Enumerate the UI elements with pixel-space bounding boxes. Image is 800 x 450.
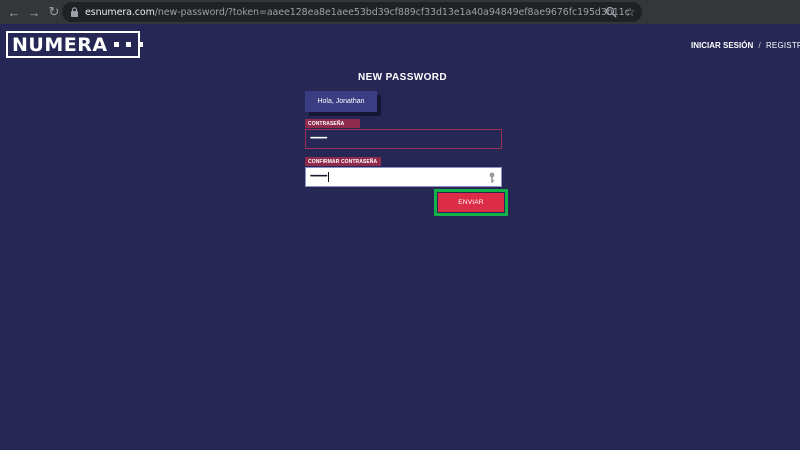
forward-icon[interactable]: → xyxy=(26,4,42,20)
lock-icon xyxy=(71,7,78,17)
reload-icon[interactable]: ↻ xyxy=(46,4,62,20)
login-link[interactable]: INICIAR SESIÓN xyxy=(691,41,753,50)
confirm-password-value: ••••••••••••••• xyxy=(310,174,327,180)
password-value: ••••••••••••••• xyxy=(310,136,327,142)
top-nav: INICIAR SESIÓN / REGISTRARME xyxy=(691,41,800,50)
key-icon[interactable] xyxy=(488,172,496,184)
text-caret xyxy=(327,172,329,182)
url-host: esnumera.com xyxy=(85,6,155,18)
confirm-password-label: CONFIRMAR CONTRASEÑA xyxy=(305,157,381,166)
url-path: /new-password/?token=aaee128ea8e1aee53bd… xyxy=(154,6,630,18)
greeting-badge: Hola, Jonathan xyxy=(305,91,377,112)
register-link[interactable]: REGISTRARME xyxy=(766,41,800,50)
star-icon[interactable]: ☆ xyxy=(624,6,636,18)
nav-separator: / xyxy=(758,41,761,50)
site-logo[interactable]: NUMERA xyxy=(6,31,143,58)
url-text[interactable]: esnumera.com/new-password/?token=aaee128… xyxy=(85,7,630,18)
zoom-icon[interactable] xyxy=(605,6,617,18)
back-icon[interactable]: ← xyxy=(6,4,22,20)
browser-toolbar: ← → ↻ esnumera.com/new-password/?token=a… xyxy=(0,0,800,24)
confirm-password-field[interactable]: ••••••••••••••• xyxy=(305,167,502,187)
logo-dots xyxy=(113,42,150,47)
password-label: CONTRASEÑA xyxy=(305,119,360,128)
address-bar[interactable]: esnumera.com/new-password/?token=aaee128… xyxy=(62,2,642,22)
submit-button[interactable]: ENVIAR xyxy=(438,193,504,212)
password-field[interactable]: ••••••••••••••• xyxy=(305,129,502,149)
page-title: NEW PASSWORD xyxy=(357,72,448,83)
logo-text: NUMERA xyxy=(12,33,108,56)
